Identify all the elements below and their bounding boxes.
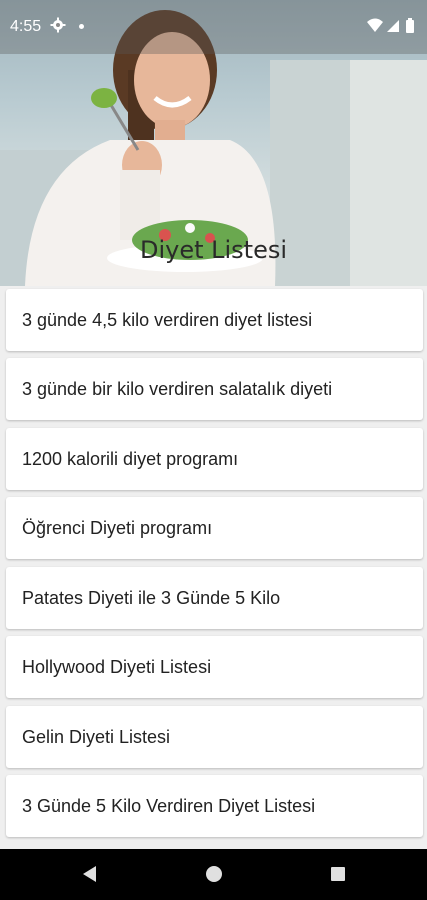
status-indicators — [367, 18, 414, 33]
signal-icon — [387, 20, 399, 32]
diet-list-item-label: Öğrenci Diyeti programı — [22, 517, 213, 538]
diet-list-item-label: 1200 kalorili diyet programı — [22, 448, 239, 469]
diet-list-item-label: Gelin Diyeti Listesi — [22, 726, 171, 747]
diet-list-item[interactable]: Öğrenci Diyeti programı — [6, 497, 423, 559]
diet-list-item[interactable]: 3 günde bir kilo verdiren salatalık diye… — [6, 358, 423, 420]
diet-list-item[interactable]: 3 Günde 5 Kilo Verdiren Diyet Listesi — [6, 775, 423, 837]
home-icon[interactable] — [205, 865, 223, 883]
diet-list-item-label: Patates Diyeti ile 3 Günde 5 Kilo — [22, 587, 281, 608]
diet-list-item-label: 3 Günde 5 Kilo Verdiren Diyet Listesi — [22, 795, 316, 816]
diet-list-item[interactable]: 1200 kalorili diyet programı — [6, 428, 423, 490]
wifi-icon — [367, 18, 383, 32]
diet-list-item-label: Hollywood Diyeti Listesi — [22, 656, 212, 677]
battery-icon — [406, 20, 414, 33]
diet-list-item[interactable]: Patates Diyeti ile 3 Günde 5 Kilo — [6, 567, 423, 629]
diet-list-item[interactable]: 3 günde 4,5 kilo verdiren diyet listesi — [6, 289, 423, 351]
diet-list-item-label: 3 günde bir kilo verdiren salatalık diye… — [22, 378, 333, 399]
page-title: Diyet Listesi — [139, 236, 288, 264]
diet-list-item[interactable]: Hollywood Diyeti Listesi — [6, 636, 423, 698]
back-icon[interactable] — [81, 865, 99, 883]
settings-icon — [50, 17, 66, 33]
status-time: 4:55 — [10, 18, 42, 35]
diet-list-item[interactable]: Gelin Diyeti Listesi — [6, 706, 423, 768]
recents-icon[interactable] — [329, 865, 347, 883]
notification-dot-icon — [79, 24, 84, 29]
navigation-bar — [0, 849, 427, 900]
diet-list-item-label: 3 günde 4,5 kilo verdiren diyet listesi — [22, 309, 313, 330]
status-bar: 4:55 — [0, 0, 427, 54]
